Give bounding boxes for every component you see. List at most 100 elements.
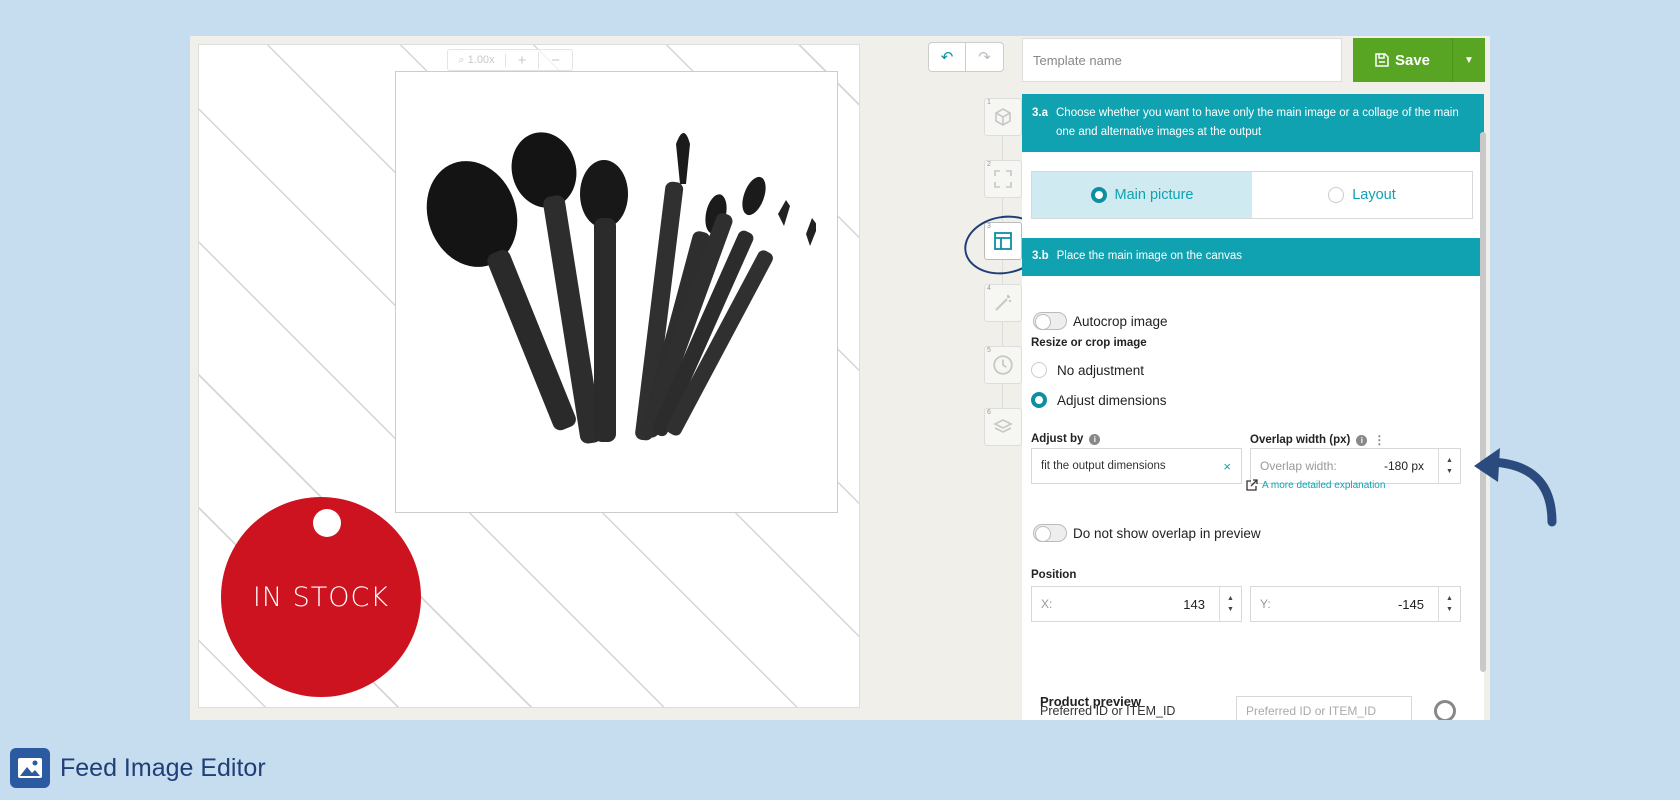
step-schedule[interactable]: 5 xyxy=(984,346,1022,384)
no-overlap-row[interactable]: Do not show overlap in preview xyxy=(1033,524,1261,542)
zoom-level[interactable]: ⌕ 1.00x xyxy=(448,53,506,67)
more-icon[interactable]: ⋮ xyxy=(1373,433,1385,447)
resize-label-text: Resize or crop image xyxy=(1031,337,1147,349)
image-editor-logo-icon xyxy=(10,748,50,788)
arrow-up-icon[interactable]: ▲ xyxy=(1446,457,1453,464)
info-icon[interactable]: i xyxy=(1356,434,1368,446)
step-product[interactable]: 1 xyxy=(984,98,1022,136)
editor-window: ⌕ 1.00x + − IN STOCK ↶ ↷ 1 2 3 4 5 6 Tem… xyxy=(190,36,1490,720)
radio-icon xyxy=(1031,362,1047,378)
adjust-by-select[interactable]: fit the output dimensions × xyxy=(1031,448,1242,484)
annotation-arrow xyxy=(1474,448,1557,527)
position-label-text: Position xyxy=(1031,569,1077,581)
section-number: 3.b xyxy=(1032,250,1049,262)
step-dimensions[interactable]: 2 xyxy=(984,160,1022,198)
autocrop-row[interactable]: Autocrop image xyxy=(1033,312,1168,330)
in-stock-badge[interactable]: IN STOCK xyxy=(221,497,421,697)
arrow-up-icon[interactable]: ▲ xyxy=(1446,595,1453,602)
option-layout[interactable]: Layout xyxy=(1252,172,1472,218)
y-value: -145 xyxy=(1397,596,1424,612)
arrow-down-icon[interactable]: ▼ xyxy=(1227,606,1234,613)
overlap-value: -180 px xyxy=(1383,459,1424,473)
step-number: 5 xyxy=(987,347,991,354)
radio-label: Adjust dimensions xyxy=(1057,392,1167,408)
section-3a-header: 3.a Choose whether you want to have only… xyxy=(1022,94,1484,152)
step-number: 6 xyxy=(987,409,991,416)
arrow-up-icon[interactable]: ▲ xyxy=(1227,595,1234,602)
radio-icon xyxy=(1090,187,1107,203)
save-button[interactable]: Save xyxy=(1353,38,1453,82)
radio-adjust-dimensions[interactable]: Adjust dimensions xyxy=(1031,392,1167,408)
save-label: Save xyxy=(1394,51,1431,69)
zoom-in-button[interactable]: + xyxy=(506,51,539,69)
x-value: 143 xyxy=(1183,596,1205,612)
makeup-brushes-image xyxy=(426,132,816,444)
zoom-out-button[interactable]: − xyxy=(539,52,572,69)
product-image-frame[interactable] xyxy=(395,71,838,513)
option-label: Main picture xyxy=(1114,187,1194,203)
output-mode-toggle: Main picture Layout xyxy=(1031,171,1473,219)
step-effects[interactable]: 4 xyxy=(984,284,1022,322)
settings-panel: 3.a Choose whether you want to have only… xyxy=(1022,94,1484,720)
section-3b-header: 3.b Place the main image on the canvas xyxy=(1022,238,1484,276)
position-label: Position xyxy=(1031,569,1076,581)
arrow-down-icon[interactable]: ▼ xyxy=(1446,468,1453,475)
redo-icon: ↷ xyxy=(978,49,991,66)
section-number: 3.a xyxy=(1032,107,1048,119)
position-x-input[interactable]: X: 143 ▲ ▼ xyxy=(1031,586,1242,622)
redo-button[interactable]: ↷ xyxy=(966,43,1003,71)
fullscreen-icon xyxy=(994,170,1012,188)
position-y-input[interactable]: Y: -145 ▲ ▼ xyxy=(1250,586,1461,622)
overlap-placeholder: Overlap width: xyxy=(1260,459,1337,473)
step-number: 2 xyxy=(987,161,991,168)
badge-text: IN STOCK xyxy=(252,581,390,613)
radio-no-adjustment[interactable]: No adjustment xyxy=(1031,362,1144,378)
layers-icon xyxy=(993,419,1013,433)
x-label: X: xyxy=(1041,597,1053,611)
history-controls: ↶ ↷ xyxy=(928,42,1004,72)
save-options-button[interactable]: ▼ xyxy=(1453,38,1485,82)
zoom-bar: ⌕ 1.00x + − xyxy=(447,49,573,71)
external-link-icon xyxy=(1246,479,1258,491)
magic-wand-icon xyxy=(995,295,1011,311)
y-stepper[interactable]: ▲ ▼ xyxy=(1438,587,1460,621)
app-title: Feed Image Editor xyxy=(60,753,266,782)
clear-icon[interactable]: × xyxy=(1223,459,1231,474)
clock-icon xyxy=(993,355,1013,375)
arrow-down-icon[interactable]: ▼ xyxy=(1446,606,1453,613)
zoom-level-text: 1.00x xyxy=(467,53,495,66)
image-canvas[interactable]: ⌕ 1.00x + − IN STOCK xyxy=(198,44,860,708)
badge-hole xyxy=(313,509,341,537)
adjust-by-value: fit the output dimensions xyxy=(1041,460,1166,472)
overlap-stepper[interactable]: ▲ ▼ xyxy=(1438,449,1460,483)
preferred-id-label: Preferred ID or ITEM_ID xyxy=(1040,704,1176,718)
x-stepper[interactable]: ▲ ▼ xyxy=(1219,587,1241,621)
adjust-by-label: Adjust by i xyxy=(1031,433,1101,445)
loading-icon xyxy=(1434,700,1456,720)
no-overlap-label: Do not show overlap in preview xyxy=(1073,525,1261,541)
step-number: 4 xyxy=(987,285,991,292)
section-text: Place the main image on the canvas xyxy=(1056,250,1243,262)
radio-label: No adjustment xyxy=(1057,362,1145,378)
panel-scrollbar[interactable] xyxy=(1480,132,1486,672)
caret-down-icon: ▼ xyxy=(1464,54,1474,66)
autocrop-switch[interactable] xyxy=(1033,312,1067,330)
floppy-icon xyxy=(1375,53,1389,67)
preferred-id-input[interactable]: Preferred ID or ITEM_ID xyxy=(1236,696,1412,720)
section-text: Choose whether you want to have only the… xyxy=(1056,107,1459,138)
option-main-picture[interactable]: Main picture xyxy=(1032,172,1252,218)
template-name-placeholder: Template name xyxy=(1033,52,1122,68)
template-name-input[interactable]: Template name xyxy=(1022,38,1342,82)
cube-icon xyxy=(995,108,1011,126)
explanation-link[interactable]: A more detailed explanation xyxy=(1246,479,1385,491)
footer: Feed Image Editor xyxy=(10,748,266,788)
overlap-label: Overlap width (px) i ⋮ xyxy=(1250,433,1385,447)
y-label: Y: xyxy=(1260,597,1271,611)
resize-label: Resize or crop image xyxy=(1031,337,1147,349)
explanation-link-text: A more detailed explanation xyxy=(1262,479,1386,491)
step-layers[interactable]: 6 xyxy=(984,408,1022,446)
info-icon[interactable]: i xyxy=(1089,433,1101,445)
undo-button[interactable]: ↶ xyxy=(929,43,967,71)
adjust-by-text: Adjust by xyxy=(1031,433,1084,445)
no-overlap-switch[interactable] xyxy=(1033,524,1067,542)
